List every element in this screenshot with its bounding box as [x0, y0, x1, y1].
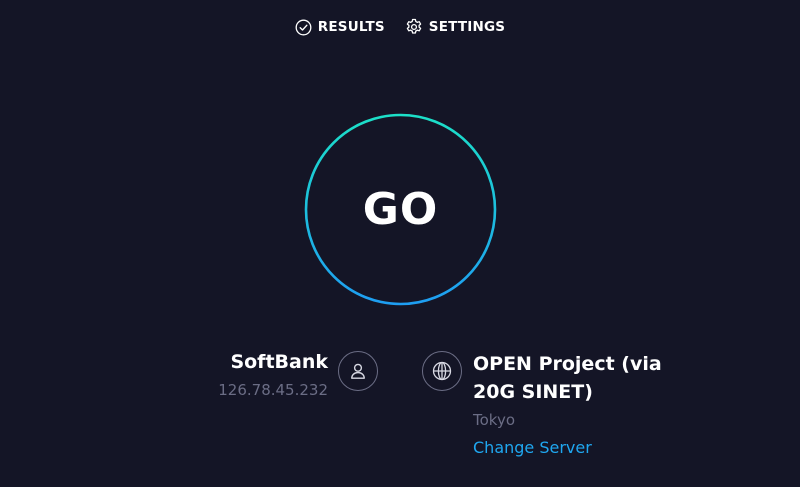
- globe-icon: [422, 351, 462, 391]
- settings-nav-link[interactable]: SETTINGS: [405, 18, 505, 36]
- server-location: Tokyo: [473, 411, 515, 429]
- change-server-link[interactable]: Change Server: [473, 438, 592, 458]
- user-icon: [338, 351, 378, 391]
- check-circle-icon: [295, 19, 312, 36]
- results-label: RESULTS: [317, 19, 385, 35]
- server-name: OPEN Project (via 20G SINET): [473, 353, 662, 403]
- gear-icon: [405, 18, 423, 36]
- settings-label: SETTINGS: [428, 19, 506, 35]
- isp-name: SoftBank: [230, 351, 328, 373]
- results-nav-link[interactable]: RESULTS: [295, 19, 385, 36]
- server-info: OPEN Project (via 20G SINET) Tokyo Chang…: [473, 350, 703, 458]
- go-button[interactable]: GO: [304, 113, 497, 306]
- go-label: GO: [362, 184, 439, 235]
- isp-info: SoftBank 126.78.45.232: [218, 350, 328, 400]
- isp-ip-address: 126.78.45.232: [218, 381, 328, 399]
- top-nav: RESULTS SETTINGS: [0, 18, 800, 36]
